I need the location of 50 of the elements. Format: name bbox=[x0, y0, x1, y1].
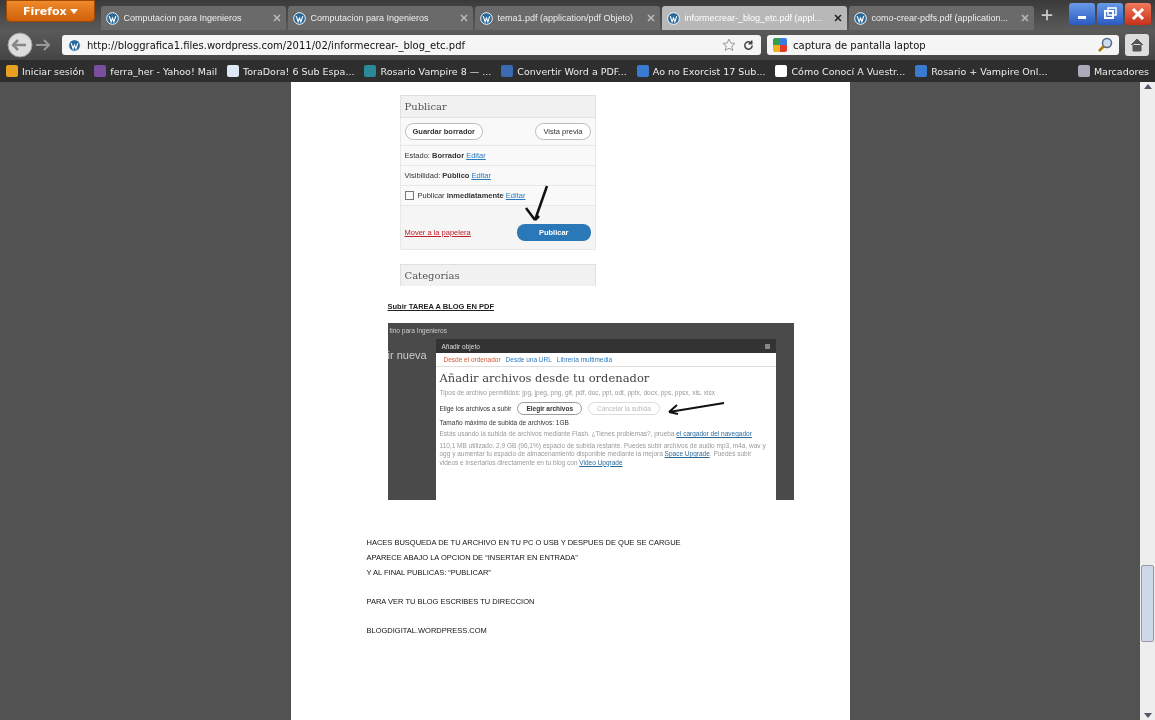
wordpress-icon bbox=[854, 11, 868, 25]
caret-icon bbox=[70, 8, 79, 15]
plus-icon[interactable] bbox=[1040, 8, 1055, 22]
reload-icon[interactable] bbox=[742, 38, 755, 52]
bookmark-icon bbox=[94, 65, 107, 77]
categories-panel: Categorías bbox=[399, 264, 596, 286]
restore-icon[interactable] bbox=[1097, 3, 1123, 25]
calendar-icon bbox=[404, 191, 414, 200]
browser-tab[interactable]: Computacion para Ingenieros bbox=[288, 6, 474, 30]
wordpress-icon bbox=[667, 11, 681, 25]
wordpress-icon bbox=[480, 11, 494, 25]
google-icon bbox=[773, 38, 787, 52]
star-icon[interactable] bbox=[722, 38, 736, 52]
bookmark-item[interactable]: Cómo Conocí A Vuestr... bbox=[775, 65, 906, 77]
bookmark-icon bbox=[364, 65, 377, 77]
search-icon[interactable] bbox=[1097, 37, 1113, 53]
search-field[interactable]: captura de pantalla laptop bbox=[767, 35, 1119, 55]
scrollbar-thumb[interactable] bbox=[1141, 565, 1154, 642]
bookmark-item[interactable]: ToraDora! 6 Sub Espa... bbox=[227, 65, 355, 77]
bookmark-icon bbox=[6, 65, 18, 77]
bookmark-item[interactable]: Iniciar sesión bbox=[6, 65, 85, 77]
panel-title: Publicar bbox=[399, 95, 596, 118]
bookmark-item[interactable]: Convertir Word a PDF... bbox=[501, 65, 627, 77]
address-bar[interactable]: http://bloggrafica1.files.wordpress.com/2011/02/informecrear-_blog_etc.pdf bbox=[62, 35, 761, 55]
wordpress-icon bbox=[106, 11, 120, 25]
bookmark-icon bbox=[501, 65, 514, 77]
minimize-icon[interactable] bbox=[1069, 3, 1095, 25]
bookmarks-menu[interactable]: Marcadores bbox=[1077, 65, 1149, 77]
bookmark-icon bbox=[227, 65, 240, 77]
home-icon[interactable] bbox=[1125, 34, 1149, 56]
bookmark-icon bbox=[915, 65, 928, 77]
close-icon[interactable] bbox=[834, 14, 843, 22]
dialog-heading: Añadir archivos desde tu ordenador bbox=[439, 371, 651, 385]
bookmark-item[interactable]: Ao no Exorcist 17 Sub... bbox=[636, 65, 766, 77]
wordpress-icon bbox=[293, 11, 307, 25]
background-heading: ir nueva bbox=[387, 349, 427, 361]
scroll-down-icon[interactable] bbox=[1142, 712, 1153, 720]
bookmark-item[interactable]: Rosario Vampire 8 — ... bbox=[364, 65, 492, 77]
scrollbar[interactable] bbox=[1140, 82, 1155, 720]
browser-tab[interactable]: Computacion para Ingenieros bbox=[101, 6, 287, 30]
bookmark-icon bbox=[1077, 65, 1090, 77]
bookmark-icon bbox=[636, 65, 649, 77]
browser-tab[interactable]: como-crear-pdfs.pdf (application... bbox=[849, 6, 1035, 30]
bookmark-item[interactable]: ferra_her - Yahoo! Mail bbox=[94, 65, 218, 77]
close-icon[interactable] bbox=[764, 343, 770, 349]
wordpress-icon bbox=[68, 38, 81, 52]
bookmark-item[interactable]: Rosario + Vampire Onl... bbox=[915, 65, 1048, 77]
close-icon[interactable] bbox=[1125, 3, 1151, 25]
bookmark-icon bbox=[775, 65, 788, 77]
browser-tab[interactable]: tema1.pdf (application/pdf Objeto) bbox=[475, 6, 661, 30]
